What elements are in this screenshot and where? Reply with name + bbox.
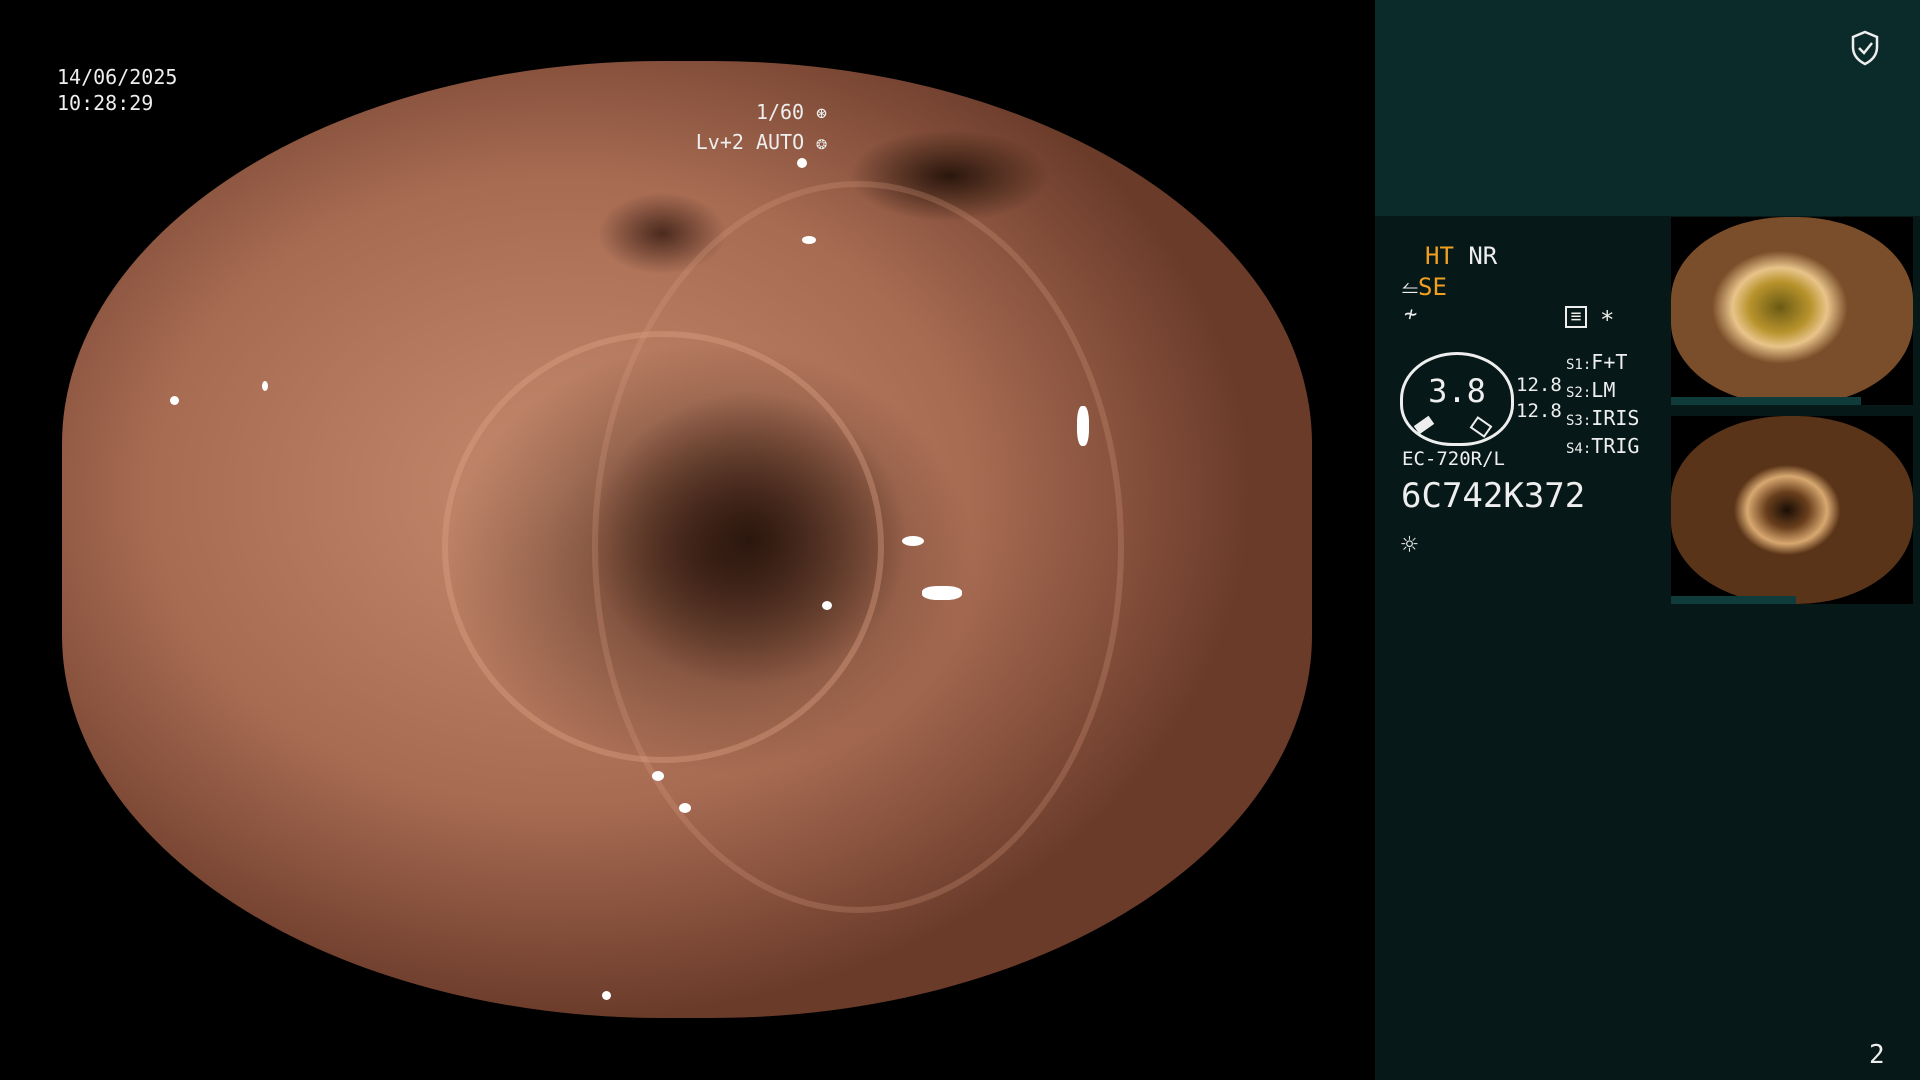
asterisk-label: * xyxy=(1600,306,1615,334)
level-row: Lv+2 AUTO ❂ xyxy=(696,128,827,158)
time-label: 10:28:29 xyxy=(57,91,154,115)
side-panel-header xyxy=(1375,0,1920,216)
specular-highlight xyxy=(1077,406,1089,446)
scope-serial: 6C742K372 xyxy=(1401,476,1586,516)
specular-highlight xyxy=(262,381,268,391)
specular-highlight xyxy=(170,396,179,405)
scope-tip-icon: ⥪ xyxy=(1402,276,1418,300)
aperture-icon: ⊛ xyxy=(816,103,827,124)
endoscopic-image xyxy=(62,61,1312,1018)
switch-item: S4:TRIG xyxy=(1566,434,1640,458)
specular-highlight xyxy=(652,771,664,781)
se-row: ⥪SE xyxy=(1402,273,1447,301)
shield-check-icon[interactable] xyxy=(1850,30,1880,66)
specular-highlight xyxy=(679,803,691,813)
thumbnail-image xyxy=(1671,217,1913,405)
scope-model: EC-720R/L xyxy=(1402,448,1505,470)
endoscope-main-view: 14/06/2025 10:28:29 1/60 ⊛ Lv+2 AUTO ❂ xyxy=(0,0,1375,1080)
ht-nr-row: HT NR xyxy=(1425,242,1497,270)
switch-item: S1:F+T xyxy=(1566,350,1628,374)
switch-list: S1:F+T S2:LM S3:IRIS S4:TRIG xyxy=(1566,350,1639,462)
level-mode-label: Lv+2 AUTO xyxy=(695,130,805,154)
thumbnail-1[interactable] xyxy=(1671,217,1913,405)
scale-readout: 12.8 12.8 xyxy=(1516,372,1562,424)
thumbnail-image xyxy=(1671,416,1913,604)
iris-icon: ❂ xyxy=(816,133,827,154)
specular-highlight xyxy=(922,586,962,600)
specular-highlight xyxy=(602,991,611,1000)
exposure-readout: 1/60 ⊛ Lv+2 AUTO ❂ xyxy=(696,98,827,158)
date-label: 14/06/2025 xyxy=(57,65,178,89)
mucosal-fold xyxy=(592,181,1124,913)
specular-highlight xyxy=(822,601,832,610)
switch-item: S3:IRIS xyxy=(1566,406,1640,430)
thumbnail-bar xyxy=(1671,397,1861,405)
shutter-label: 1/60 xyxy=(755,100,805,124)
specular-highlight xyxy=(802,236,816,244)
thumbnail-bar xyxy=(1671,596,1796,604)
dial-value: 3.8 xyxy=(1428,372,1486,410)
menu-icon: ≡ xyxy=(1565,306,1587,328)
squiggle-icon: ≁ xyxy=(1404,302,1418,327)
page-number: 2 xyxy=(1869,1040,1885,1070)
timestamp: 14/06/2025 10:28:29 xyxy=(57,64,177,116)
specular-highlight xyxy=(902,536,924,546)
brightness-icon: ☼ xyxy=(1401,528,1418,561)
nr-label: NR xyxy=(1468,242,1498,270)
switch-item: S2:LM xyxy=(1566,378,1616,402)
shutter-row: 1/60 ⊛ xyxy=(696,98,827,128)
se-label: SE xyxy=(1418,273,1447,301)
scale-a: 12.8 xyxy=(1516,374,1562,396)
scale-b: 12.8 xyxy=(1516,400,1562,422)
ht-label: HT xyxy=(1425,242,1454,270)
thumbnail-2[interactable] xyxy=(1671,416,1913,604)
specular-highlight xyxy=(797,158,807,168)
